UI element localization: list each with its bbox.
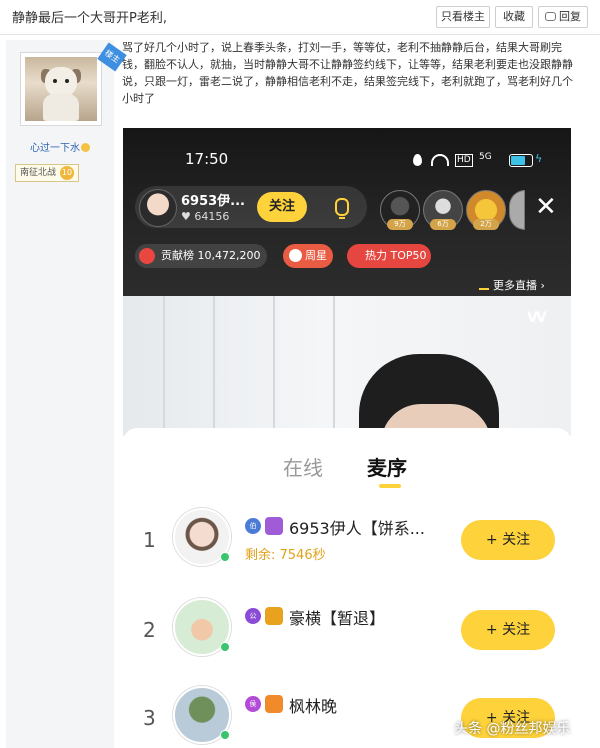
follow-user-button[interactable]: + 关注 [461,610,555,650]
viewer-count: 9万 [387,219,413,230]
comment-icon [545,12,556,21]
queue-user-avatar[interactable] [173,508,231,566]
hd-icon: HD [455,154,473,167]
battery-icon [509,154,533,167]
watermark: 头条 @粉丝邦娱乐 [454,721,571,737]
wifi-icon [431,154,449,166]
viewer-avatar[interactable]: 6万 [423,190,463,230]
follow-user-button[interactable]: + 关注 [461,520,555,560]
noble-rank-badge: 公 [245,608,261,624]
viewer-avatar-partial[interactable] [509,190,525,230]
live-header: 17:50 HD 5G ϟ 6953伊... ♥ 64156 关注 9万 6万 … [123,128,571,296]
heart-icon [139,248,155,264]
user-tag-text: 南征北战 [20,168,57,178]
viewer-count: 2万 [473,219,499,230]
author-avatar[interactable]: 楼主 [20,42,127,126]
thread-header-bar: 静静最后一个大哥开P老利, 只看楼主 收藏 回复 [0,0,600,35]
diamond-badge-icon [265,695,283,713]
noble-rank-badge: 伯 [245,518,261,534]
host-likes: ♥ 64156 [181,210,230,223]
queue-user-avatar[interactable] [173,686,231,744]
video-frame: VV [123,296,571,436]
thread-title: 静静最后一个大哥开P老利, [12,11,167,26]
mic-icon[interactable] [335,198,349,219]
live-stream-screenshot: 17:50 HD 5G ϟ 6953伊... ♥ 64156 关注 9万 6万 … [123,128,571,748]
reply-button[interactable]: 回复 [538,6,588,28]
online-dot-icon [220,552,230,562]
status-time: 17:50 [185,150,229,168]
tab-queue[interactable]: 麦序 [367,452,407,481]
online-dot-icon [220,730,230,740]
more-live-link[interactable]: 更多直播 › [479,277,545,293]
contribution-label: 贡献榜 10,472,200 [161,249,261,262]
queue-row: 1 伯 6953伊人【饼系... 剩余: 7546秒 + 关注 [123,508,571,588]
diamond-badge-icon [265,517,283,535]
queue-user-name: 豪横【暂退】 [289,609,386,628]
reply-label: 回复 [559,10,581,23]
weekly-star-label: 周星 [305,249,327,262]
online-dot-icon [220,642,230,652]
user-level-badge: 10 [60,166,75,180]
queue-rank: 2 [143,618,156,642]
favorite-button[interactable]: 收藏 [495,6,533,28]
bars-icon [479,278,489,290]
active-tab-underline [379,484,401,488]
queue-user-avatar[interactable] [173,598,231,656]
data-saver-icon [413,154,422,166]
hot-rank-label: 热力 TOP50 [365,249,427,262]
queue-rank: 3 [143,706,156,730]
follow-host-button[interactable]: 关注 [257,192,307,222]
post-body-text: 骂了好几个小时了，说上春季头条，打刘一手，等等仗，老利不抽静静后台，结果大哥刷完… [122,41,573,105]
queue-row: 2 公 豪横【暂退】 + 关注 [123,598,571,678]
signal-icon: 5G [479,152,492,162]
weekly-star-chip[interactable]: 周星 [283,244,333,268]
hot-rank-chip[interactable]: 热力 TOP50 [347,244,431,268]
user-level-tag: 南征北战 10 [15,164,80,182]
author-username[interactable]: 心过一下水 [6,139,114,154]
close-icon[interactable]: ✕ [535,192,557,222]
contribution-rank-chip[interactable]: 贡献榜 10,472,200 [135,244,267,268]
more-live-label: 更多直播 [493,279,537,292]
username-text: 心过一下水 [30,143,80,154]
smile-emoji-icon [81,143,90,152]
host-likes-count: 64156 [194,210,230,223]
avatar-photo [25,57,97,121]
star-icon [289,249,302,262]
viewer-avatar[interactable]: 9万 [380,190,420,230]
host-avatar[interactable] [139,189,177,227]
queue-user-name: 6953伊人【饼系... [289,519,425,538]
queue-rank: 1 [143,528,156,552]
noble-rank-badge: 侯 [245,696,261,712]
collapse-icon[interactable]: VV [527,310,547,326]
only-op-button[interactable]: 只看楼主 [436,6,490,28]
queue-time-remaining: 剩余: 7546秒 [245,548,326,563]
crown-badge-icon [265,607,283,625]
viewer-count: 6万 [430,219,456,230]
host-name: 6953伊... [181,194,245,209]
queue-sheet: 在线 麦序 1 伯 6953伊人【饼系... 剩余: 7546秒 + 关注 2 … [123,428,571,748]
author-panel: 楼主 心过一下水 南征北战 10 [6,40,127,748]
queue-row: 3 侯 枫林晚 + 关注 [123,686,571,748]
viewer-avatar[interactable]: 2万 [466,190,506,230]
tab-online[interactable]: 在线 [283,452,323,481]
charging-icon: ϟ [535,152,543,165]
queue-user-name: 枫林晚 [289,697,338,716]
